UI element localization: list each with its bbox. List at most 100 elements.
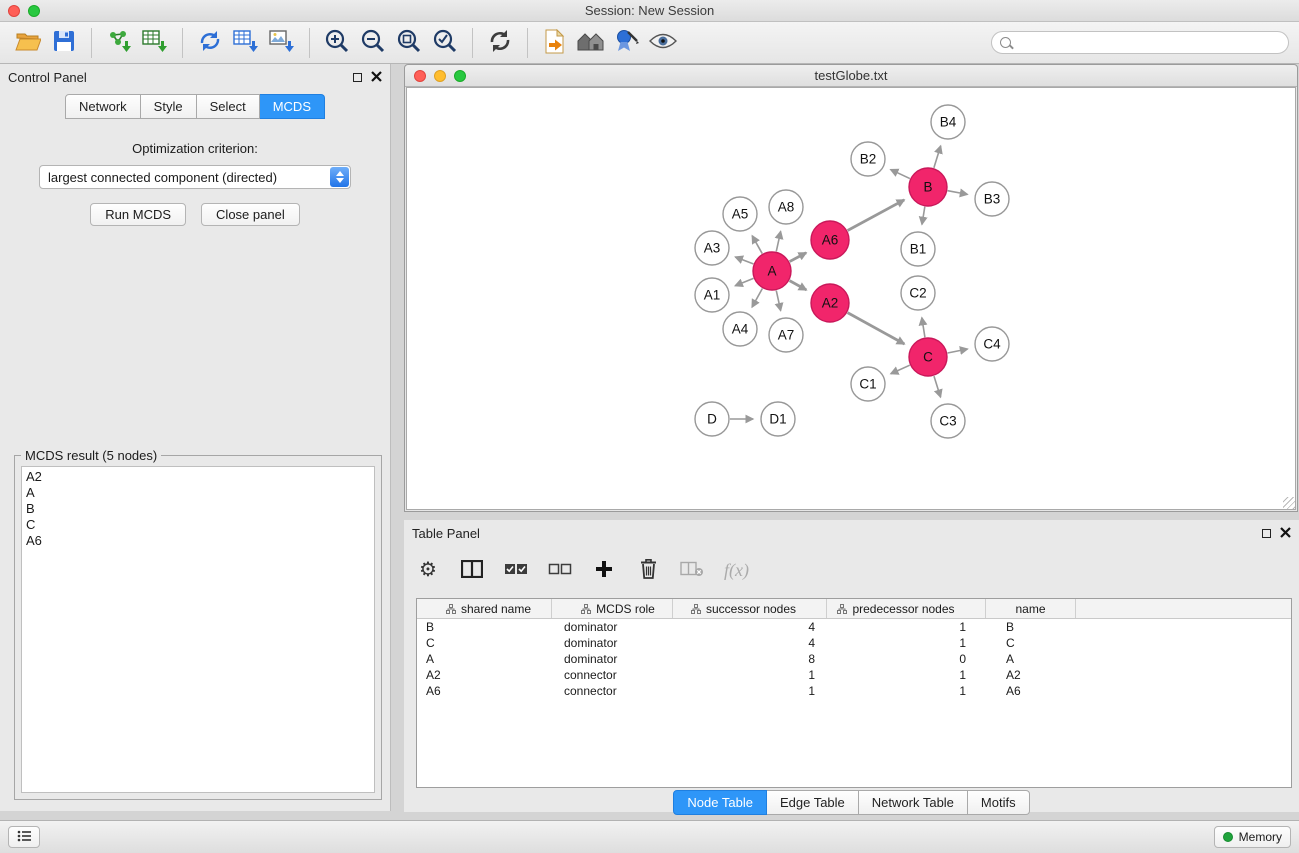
cell-predecessor-nodes[interactable]: 1 <box>827 683 986 699</box>
list-item[interactable]: A <box>22 485 374 501</box>
graph-node-C1[interactable]: C1 <box>851 367 885 401</box>
graph-node-C4[interactable]: C4 <box>975 327 1009 361</box>
cell-shared-name[interactable]: A6 <box>417 683 552 699</box>
minimize-network-button[interactable] <box>434 70 446 82</box>
export-table-button[interactable] <box>228 26 264 60</box>
select-all-button[interactable] <box>504 555 528 585</box>
export-image-button[interactable] <box>264 26 300 60</box>
import-document-button[interactable] <box>537 26 573 60</box>
graph-edge[interactable] <box>752 236 762 254</box>
column-header-name[interactable]: name <box>986 599 1076 618</box>
close-panel-icon[interactable] <box>1280 526 1291 541</box>
graph-node-D[interactable]: D <box>695 402 729 436</box>
table-row[interactable]: A2 connector 1 1 A2 <box>417 667 1291 683</box>
table-settings-button[interactable]: ⚙ <box>416 555 440 585</box>
refresh-view-button[interactable] <box>482 26 518 60</box>
graph-node-B3[interactable]: B3 <box>975 182 1009 216</box>
cell-predecessor-nodes[interactable]: 1 <box>827 635 986 651</box>
graph-node-D1[interactable]: D1 <box>761 402 795 436</box>
graph-edge[interactable] <box>776 231 780 251</box>
cell-mcds-role[interactable]: dominator <box>552 635 673 651</box>
graph-node-A7[interactable]: A7 <box>769 318 803 352</box>
close-panel-button[interactable]: Close panel <box>201 203 300 226</box>
graph-node-B1[interactable]: B1 <box>901 232 935 266</box>
eye-button[interactable] <box>645 26 681 60</box>
open-session-button[interactable] <box>10 26 46 60</box>
cell-predecessor-nodes[interactable]: 1 <box>827 619 986 635</box>
network-canvas[interactable]: B4B2BB3A5A8A6B1A3AC2A1A2A4A7C1CC4C3DD1 <box>406 87 1296 510</box>
close-network-button[interactable] <box>414 70 426 82</box>
graph-node-A8[interactable]: A8 <box>769 190 803 224</box>
cell-name[interactable]: C <box>986 635 1076 651</box>
tab-style[interactable]: Style <box>141 94 197 119</box>
graph-edge[interactable] <box>922 207 925 225</box>
graph-node-A5[interactable]: A5 <box>723 197 757 231</box>
graph-edge[interactable] <box>776 291 780 311</box>
graph-node-A4[interactable]: A4 <box>723 312 757 346</box>
cell-shared-name[interactable]: B <box>417 619 552 635</box>
zoom-network-button[interactable] <box>454 70 466 82</box>
memory-button[interactable]: Memory <box>1214 826 1291 848</box>
deselect-all-button[interactable] <box>548 555 572 585</box>
cell-predecessor-nodes[interactable]: 0 <box>827 651 986 667</box>
list-item[interactable]: A6 <box>22 533 374 549</box>
analyzer-button[interactable] <box>609 26 645 60</box>
cell-successor-nodes[interactable]: 1 <box>673 683 827 699</box>
column-header-successor-nodes[interactable]: successor nodes <box>673 599 827 618</box>
float-panel-icon[interactable] <box>1262 529 1271 538</box>
graph-node-C[interactable]: C <box>909 338 947 376</box>
cell-mcds-role[interactable]: connector <box>552 683 673 699</box>
run-mcds-button[interactable]: Run MCDS <box>90 203 186 226</box>
graph-edge[interactable] <box>934 376 941 397</box>
tab-network-table[interactable]: Network Table <box>859 790 968 815</box>
column-header-shared-name[interactable]: shared name <box>417 599 552 618</box>
delete-column-button[interactable] <box>680 555 704 585</box>
float-panel-icon[interactable] <box>353 73 362 82</box>
optimization-criterion-select[interactable]: largest connected component (directed) <box>39 165 351 189</box>
resize-handle[interactable] <box>1283 497 1295 509</box>
tab-edge-table[interactable]: Edge Table <box>767 790 859 815</box>
graph-node-A3[interactable]: A3 <box>695 231 729 265</box>
graph-node-C2[interactable]: C2 <box>901 276 935 310</box>
close-window-button[interactable] <box>8 5 20 17</box>
cell-mcds-role[interactable]: connector <box>552 667 673 683</box>
tab-node-table[interactable]: Node Table <box>673 790 767 815</box>
task-history-button[interactable] <box>8 826 40 848</box>
table-row[interactable]: A dominator 8 0 A <box>417 651 1291 667</box>
graph-edge[interactable] <box>735 278 753 285</box>
search-input[interactable] <box>1016 36 1280 50</box>
graph-edge[interactable] <box>790 253 807 262</box>
cell-successor-nodes[interactable]: 1 <box>673 667 827 683</box>
show-columns-button[interactable] <box>460 555 484 585</box>
graph-edge[interactable] <box>790 281 807 290</box>
home-button[interactable] <box>573 26 609 60</box>
cell-mcds-role[interactable]: dominator <box>552 619 673 635</box>
column-header-predecessor-nodes[interactable]: predecessor nodes <box>827 599 986 618</box>
list-item[interactable]: A2 <box>22 469 374 485</box>
import-network-button[interactable] <box>101 26 137 60</box>
tab-motifs[interactable]: Motifs <box>968 790 1030 815</box>
graph-edge[interactable] <box>735 257 753 264</box>
graph-node-A6[interactable]: A6 <box>811 221 849 259</box>
graph-node-A2[interactable]: A2 <box>811 284 849 322</box>
graph-edge[interactable] <box>891 365 910 374</box>
cell-mcds-role[interactable]: dominator <box>552 651 673 667</box>
delete-row-button[interactable] <box>636 555 660 585</box>
graph-node-A1[interactable]: A1 <box>695 278 729 312</box>
cell-shared-name[interactable]: A <box>417 651 552 667</box>
graph-node-C3[interactable]: C3 <box>931 404 965 438</box>
graph-edge[interactable] <box>948 191 968 195</box>
cell-name[interactable]: A6 <box>986 683 1076 699</box>
cell-name[interactable]: A2 <box>986 667 1076 683</box>
graph-node-B4[interactable]: B4 <box>931 105 965 139</box>
cell-name[interactable]: A <box>986 651 1076 667</box>
zoom-in-button[interactable] <box>319 26 355 60</box>
table-row[interactable]: A6 connector 1 1 A6 <box>417 683 1291 699</box>
zoom-out-button[interactable] <box>355 26 391 60</box>
cell-shared-name[interactable]: A2 <box>417 667 552 683</box>
graph-edge[interactable] <box>934 146 941 168</box>
graph-edge[interactable] <box>948 349 968 353</box>
zoom-selected-button[interactable] <box>427 26 463 60</box>
clone-network-button[interactable] <box>192 26 228 60</box>
list-item[interactable]: B <box>22 501 374 517</box>
